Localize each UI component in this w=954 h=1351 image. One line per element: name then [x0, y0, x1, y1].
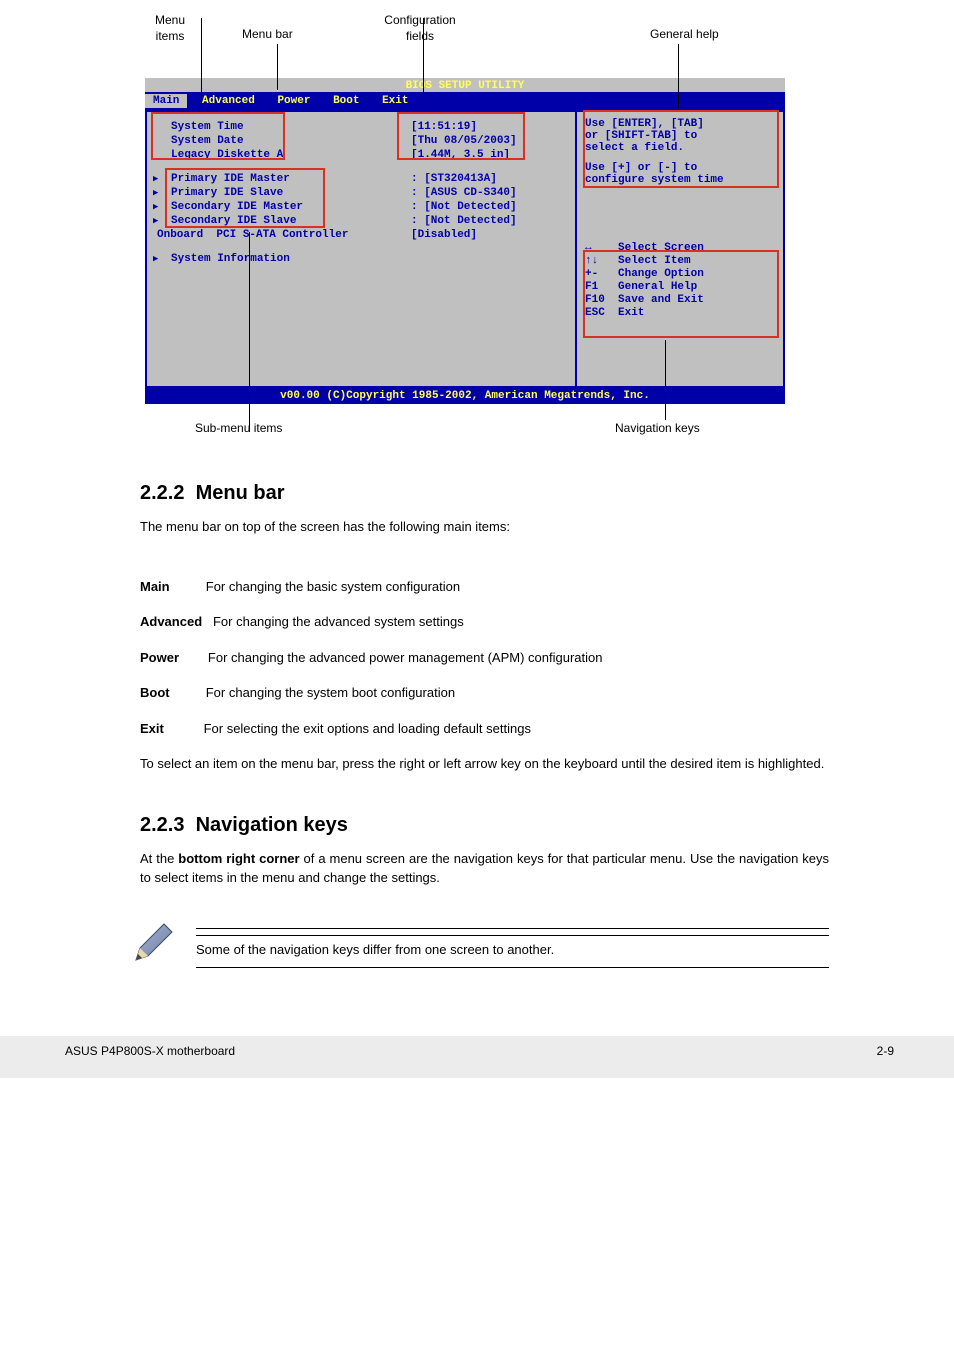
- bios-row-sec-master[interactable]: Secondary IDE Master : [Not Detected]: [171, 200, 569, 214]
- pencil-icon: [130, 918, 178, 966]
- callout-menu-bar: Menu bar: [242, 26, 293, 42]
- bios-tab-exit[interactable]: Exit: [374, 94, 416, 108]
- page-footer: ASUS P4P800S-X motherboard 2-9: [0, 1036, 954, 1078]
- footer-left: ASUS P4P800S-X motherboard: [65, 1044, 235, 1058]
- legend-boot: Boot For changing the system boot config…: [140, 683, 889, 703]
- section-title-222: 2.2.2 Menu bar: [140, 482, 889, 505]
- bios-row-sec-slave[interactable]: Secondary IDE Slave : [Not Detected]: [171, 214, 569, 228]
- bios-row-diskette[interactable]: Legacy Diskette A [1.44M, 3.5 in]: [171, 148, 569, 162]
- section-title-223: 2.2.3 Navigation keys: [140, 814, 889, 837]
- legend-main: Main For changing the basic system confi…: [140, 577, 889, 597]
- bios-tab-boot[interactable]: Boot: [325, 94, 367, 108]
- section-intro: The menu bar on top of the screen has th…: [140, 517, 829, 537]
- bios-tab-power[interactable]: Power: [269, 94, 318, 108]
- bios-screenshot: BIOS SETUP UTILITY Main Advanced Power B…: [145, 78, 785, 404]
- bios-row-systemdate[interactable]: System Date [Thu 08/05/2003]: [171, 134, 569, 148]
- bios-left-pane: System Time [11:51:19] System Date [Thu …: [145, 110, 575, 388]
- callout-menu-items: Menu items: [140, 12, 200, 44]
- bios-help-pane: Use [ENTER], [TAB] or [SHIFT-TAB] to sel…: [575, 110, 785, 388]
- bios-menu-bar: Main Advanced Power Boot Exit: [145, 92, 785, 110]
- bios-tab-main[interactable]: Main: [145, 94, 187, 108]
- note-block: Some of the navigation keys differ from …: [130, 918, 829, 987]
- navkeys-para: At the bottom right corner of a menu scr…: [140, 849, 829, 888]
- bios-title: BIOS SETUP UTILITY: [145, 78, 785, 92]
- bios-row-sysinfo[interactable]: System Information: [171, 252, 569, 266]
- legend-exit: Exit For selecting the exit options and …: [140, 719, 889, 739]
- callout-config-fields: Configuration fields: [375, 12, 465, 44]
- legend-advanced: Advanced For changing the advanced syste…: [140, 612, 889, 632]
- bios-tab-advanced[interactable]: Advanced: [194, 94, 263, 108]
- bios-row-systemtime[interactable]: System Time [11:51:19]: [171, 120, 569, 134]
- menubar-para: To select an item on the menu bar, press…: [140, 754, 829, 774]
- bios-row-sata[interactable]: Onboard PCI S-ATA Controller [Disabled]: [157, 228, 569, 242]
- note-text: Some of the navigation keys differ from …: [196, 940, 829, 960]
- callout-general-help: General help: [650, 26, 719, 42]
- callout-navkeys: Navigation keys: [615, 420, 700, 436]
- callout-submenu: Sub-menu items: [195, 420, 282, 436]
- bios-row-pri-master[interactable]: Primary IDE Master : [ST320413A]: [171, 172, 569, 186]
- bios-footer: v00.00 (C)Copyright 1985-2002, American …: [145, 388, 785, 404]
- bios-nav-keys: ↔ Select Screen ↑↓ Select Item +- Change…: [585, 242, 775, 320]
- footer-right: 2-9: [877, 1044, 894, 1058]
- bios-row-pri-slave[interactable]: Primary IDE Slave : [ASUS CD-S340]: [171, 186, 569, 200]
- legend-power: Power For changing the advanced power ma…: [140, 648, 889, 668]
